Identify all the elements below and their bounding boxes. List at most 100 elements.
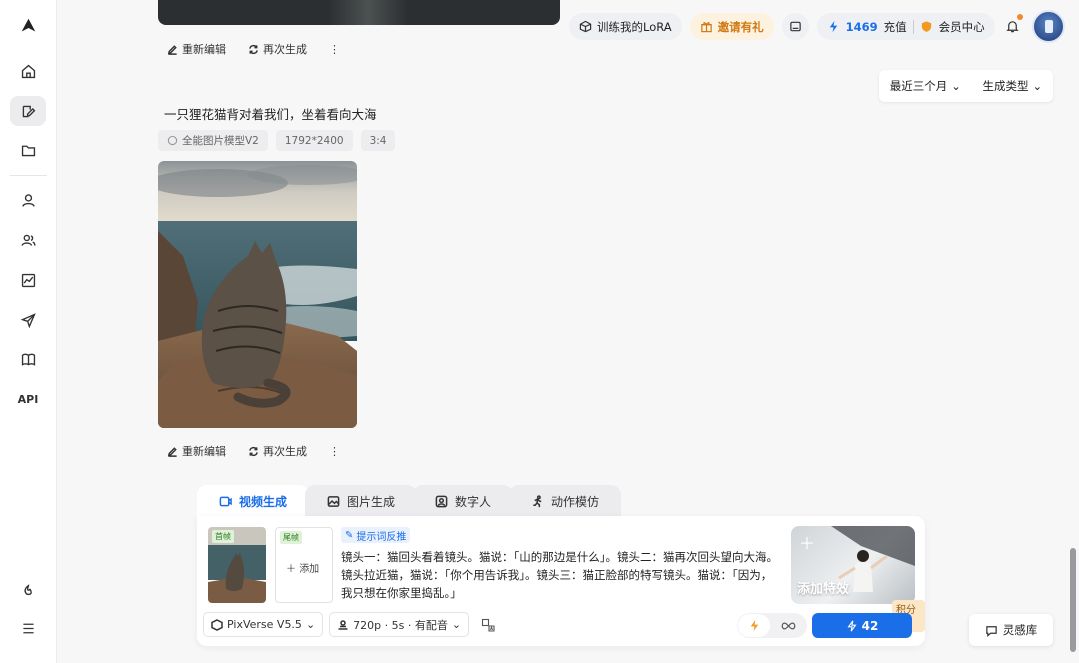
regenerate-label: 再次生成 [263,445,307,458]
plus-icon: ＋ [286,564,296,575]
model-tag-label: 全能图片模型V2 [182,135,259,147]
sidebar: API [0,0,57,663]
generate-button[interactable]: 42 [812,613,912,638]
add-effect-label: 添加特效 [797,582,850,597]
inspiration-library-label: 灵感库 [1002,623,1038,637]
tab-label: 视频生成 [239,494,288,509]
prompt-reverse-button[interactable]: ✎ 提示词反推 [341,527,411,543]
chevron-down-icon: ⌄ [451,618,462,631]
tab-label: 数字人 [455,494,492,509]
scrollbar[interactable] [1070,548,1076,652]
api-link[interactable]: API [10,384,46,414]
recharge-link[interactable]: 充值 [884,19,907,35]
credits-count: 1469 [845,19,878,34]
more-options-icon[interactable]: ⋮ [323,442,346,461]
portrait-icon [435,495,448,507]
main-area: 重新编辑 再次生成 ⋮ 训练我的LoRA 邀请有礼 1469 充值 会员中心 最… [57,0,1079,663]
model-select[interactable]: PixVerse V5.5 ⌄ [203,612,324,637]
last-frame-upload[interactable]: 尾帧 ＋ 添加 [275,527,333,603]
add-frame-label: 添加 [299,564,320,575]
plus-icon: ＋ [799,534,816,553]
tab-label: 动作模仿 [551,494,600,509]
regenerate-label: 再次生成 [263,43,307,56]
regenerate-button[interactable]: 再次生成 [242,440,313,462]
send-icon[interactable] [10,305,46,335]
lightning-icon [847,620,857,631]
video-icon [219,496,232,506]
logo-icon[interactable] [10,10,46,40]
type-label: 生成类型 [982,79,1029,93]
edit-again-button[interactable]: 重新编辑 [161,38,232,60]
item-tags: 全能图片模型V2 1792*2400 3:4 [158,130,396,151]
create-icon[interactable] [10,96,46,126]
storage-icon[interactable] [781,13,809,40]
tab-label: 图片生成 [347,494,396,509]
regenerate-button[interactable]: 再次生成 [242,38,313,60]
edit-again-label: 重新编辑 [182,445,226,458]
invite-label: 邀请有礼 [717,19,764,34]
previous-image[interactable] [158,0,560,25]
speed-mode-toggle[interactable] [737,613,807,638]
add-frame: ＋ 添加 [286,560,319,575]
member-center-link[interactable]: 会员中心 [939,19,985,35]
infinite-mode-icon[interactable] [770,621,806,631]
notification-dot [1017,14,1023,20]
generate-credits: 42 [861,618,879,633]
add-effect-card[interactable]: ＋ 添加特效 [791,526,915,604]
item-prompt: 一只狸花猫背对着我们，坐着看向大海 [164,107,377,122]
prompt-textarea[interactable]: 镜头一：猫回头看着镜头。猫说：「山的那边是什么」。镜头二：猫再次回头望向大海。镜… [341,548,781,602]
users-icon[interactable] [10,225,46,255]
composer-toolbar: PixVerse V5.5 ⌄ 720p · 5s · 有配音 ⌄ [203,612,500,637]
cube-icon [579,20,592,33]
train-lora-button[interactable]: 训练我的LoRA [569,13,682,40]
model-icon [167,135,178,146]
inspiration-library-button[interactable]: 灵感库 [969,614,1053,646]
time-range-dropdown[interactable]: 最近三个月 ⌄ [890,78,961,94]
invite-button[interactable]: 邀请有礼 [689,13,774,40]
book-icon[interactable] [10,344,46,374]
folder-icon[interactable] [10,135,46,165]
edit-again-button[interactable]: 重新编辑 [161,440,232,462]
tab-motion-imitation[interactable]: 动作模仿 [509,485,622,517]
running-icon [533,494,542,507]
tab-digital-human[interactable]: 数字人 [413,485,514,517]
quality-select-value: 720p · 5s · 有配音 [353,618,448,632]
edit-icon: ✎ [345,529,354,541]
notification-bell-icon[interactable] [999,13,1026,40]
pencil-icon [167,44,177,55]
fast-mode-lightning-icon[interactable] [738,614,770,637]
chat-bubble-icon [986,625,997,637]
tab-image-generation[interactable]: 图片生成 [305,485,418,517]
chevron-down-icon: ⌄ [305,618,316,631]
first-frame-thumbnail[interactable]: 首帧 [208,527,266,603]
refresh-icon [249,446,258,456]
shield-icon [921,21,931,32]
quality-select[interactable]: 720p · 5s · 有配音 ⌄ [329,612,470,637]
theme-icon[interactable] [10,576,46,606]
settings-icon [338,619,348,630]
size-tag: 1792*2400 [275,130,353,151]
chart-icon[interactable] [10,265,46,295]
user-icon[interactable] [10,185,46,215]
credits-divider [912,19,914,34]
credits-bar: 1469 充值 会员中心 [816,13,995,40]
tab-video-generation[interactable]: 视频生成 [197,485,310,517]
pencil-icon [167,446,177,457]
first-frame-badge: 首帧 [212,530,234,543]
train-lora-label: 训练我的LoRA [597,19,672,34]
menu-icon[interactable] [10,613,46,643]
translate-icon[interactable] [475,612,500,637]
image-icon [327,495,340,507]
composer-panel: 首帧 尾帧 ＋ 添加 ✎ 提示词反推 镜头一：猫回头看着镜头。猫说：「山的那边是… [197,516,925,646]
avatar[interactable] [1032,10,1065,43]
home-icon[interactable] [10,56,46,86]
model-icon [211,618,223,631]
edit-again-label: 重新编辑 [182,43,226,56]
time-range-label: 最近三个月 [889,79,948,93]
last-frame-badge: 尾帧 [280,531,302,544]
type-dropdown[interactable]: 生成类型 ⌄ [983,78,1043,94]
generated-image[interactable] [158,161,357,428]
model-select-value: PixVerse V5.5 [227,618,302,631]
more-options-icon[interactable]: ⋮ [323,40,346,59]
refresh-icon [249,44,258,54]
